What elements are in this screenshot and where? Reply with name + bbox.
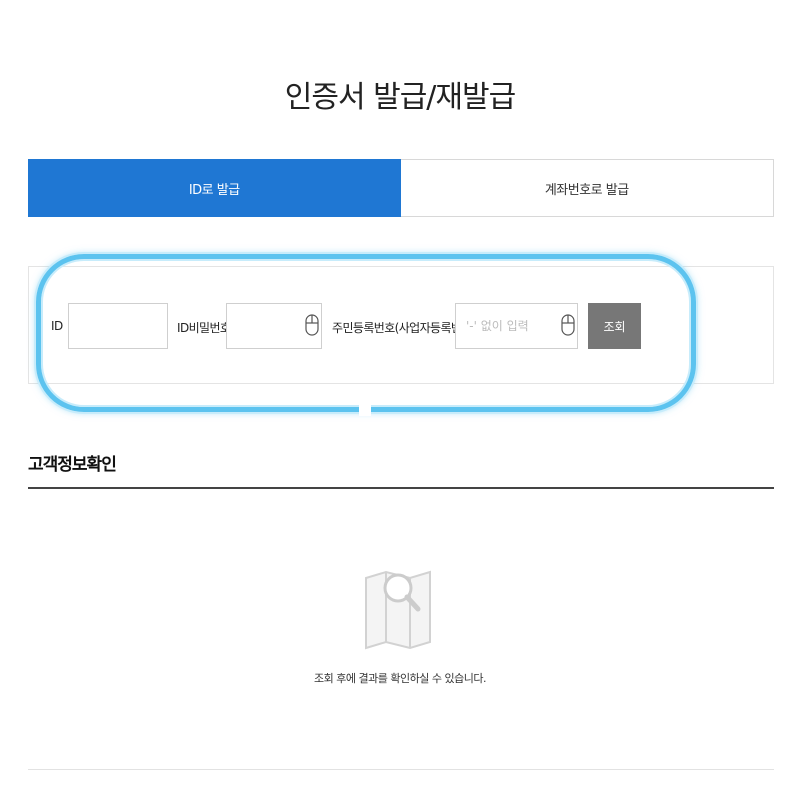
highlight-annotation-gap — [359, 400, 371, 416]
id-input[interactable] — [68, 303, 168, 349]
page-title: 인증서 발급/재발급 — [284, 80, 516, 115]
bottom-divider — [28, 769, 774, 770]
virtual-keyboard-mouse-icon[interactable] — [305, 314, 319, 336]
tab-account-issue[interactable]: 계좌번호로 발급 — [400, 159, 774, 217]
virtual-keyboard-mouse-icon[interactable] — [561, 314, 575, 336]
section-divider — [28, 487, 774, 489]
id-label: ID — [51, 319, 63, 333]
search-form: ID ID비밀번호 주민등록번호(사업자등록번호) 조회 — [28, 266, 774, 384]
map-search-icon — [365, 570, 431, 650]
empty-result-message: 조회 후에 결과를 확인하실 수 있습니다. — [314, 672, 486, 685]
tab-id-issue[interactable]: ID로 발급 — [28, 159, 401, 217]
tab-bar: ID로 발급 계좌번호로 발급 — [28, 159, 774, 217]
password-label: ID비밀번호 — [177, 321, 231, 335]
search-button[interactable]: 조회 — [588, 303, 641, 349]
section-title: 고객정보확인 — [28, 455, 117, 475]
rrn-input[interactable] — [455, 303, 578, 349]
